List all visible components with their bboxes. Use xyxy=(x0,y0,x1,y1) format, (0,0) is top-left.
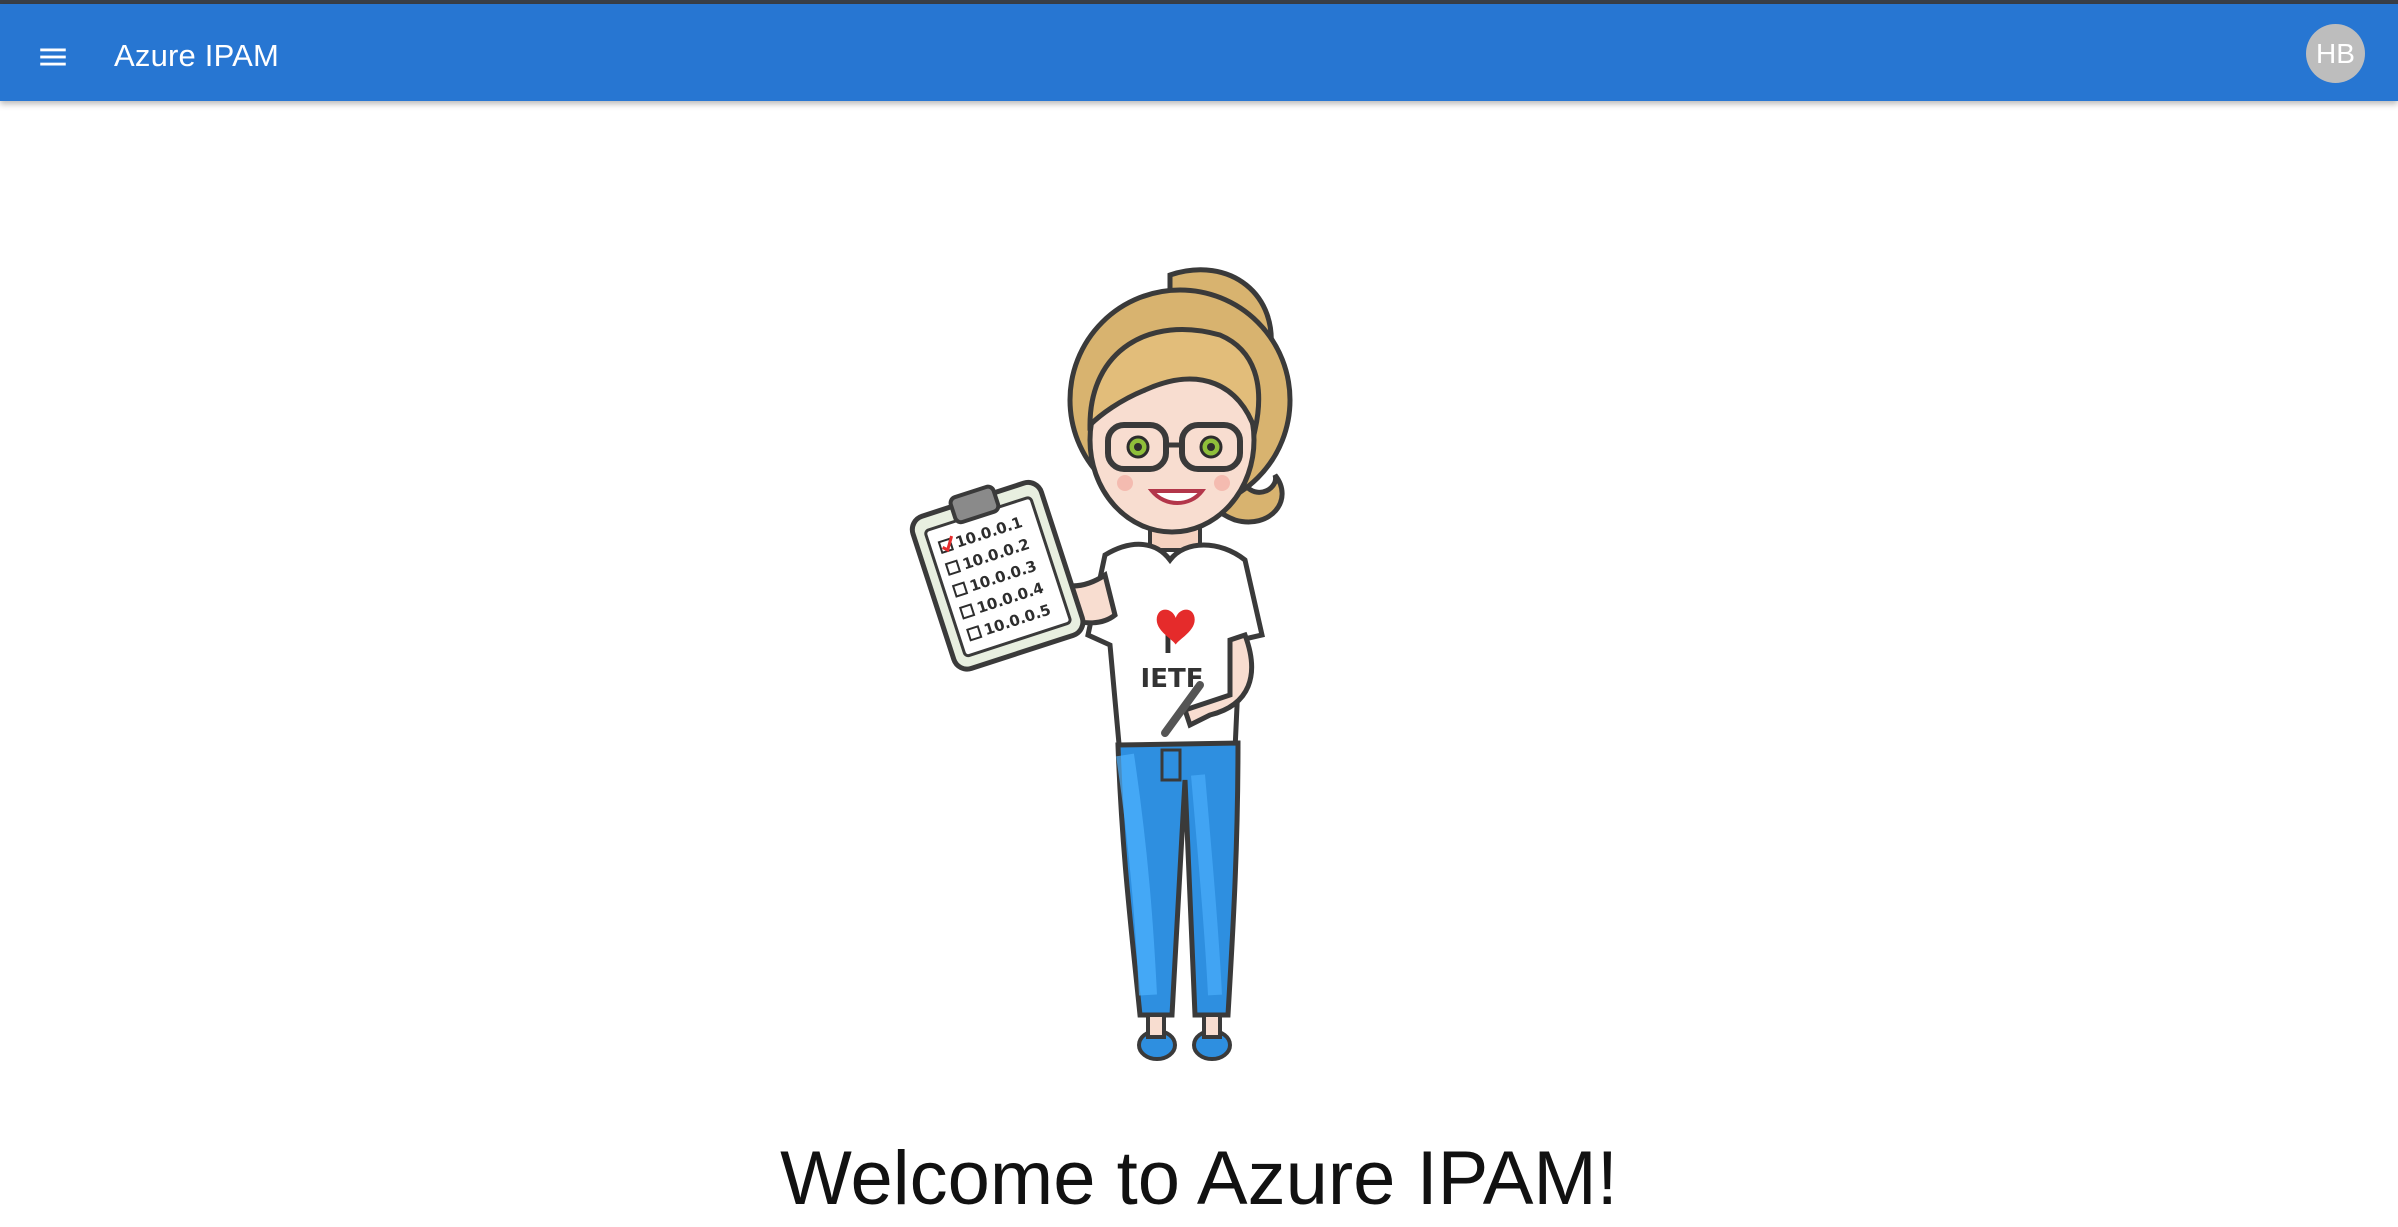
user-avatar[interactable]: HB xyxy=(2306,24,2365,83)
app-bar: Azure IPAM HB xyxy=(0,4,2398,101)
welcome-illustration: I IETF 10.0.0.1 10.0.0.2 10.0.0.3 10.0.0… xyxy=(909,267,1293,1061)
clipboard: 10.0.0.1 10.0.0.2 10.0.0.3 10.0.0.4 10.0… xyxy=(909,479,1086,672)
app-title: Azure IPAM xyxy=(114,38,280,73)
welcome-heading: Welcome to Azure IPAM! xyxy=(780,1135,1618,1221)
menu-button[interactable] xyxy=(22,26,84,88)
hamburger-menu-icon xyxy=(40,48,66,66)
